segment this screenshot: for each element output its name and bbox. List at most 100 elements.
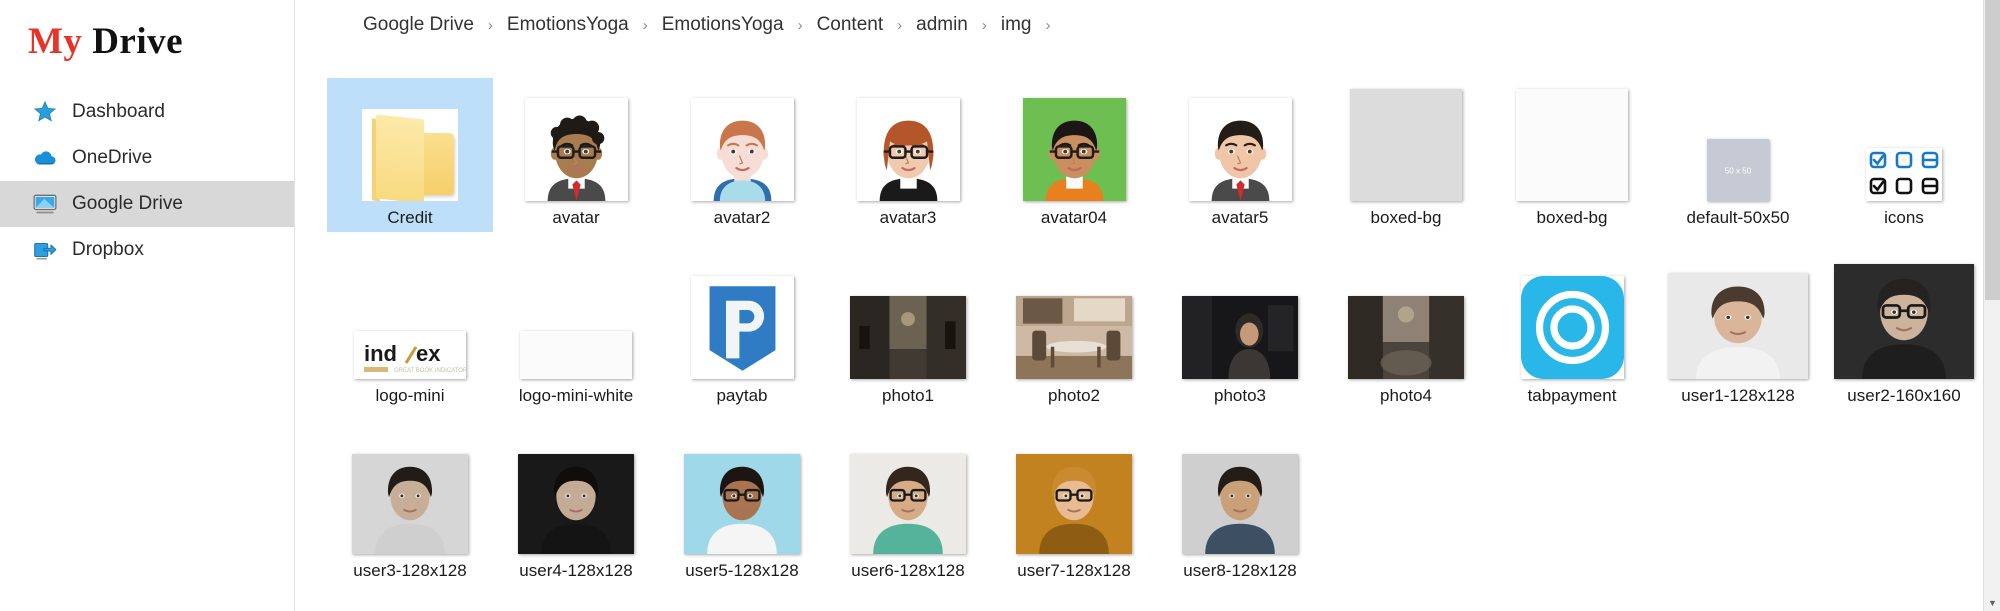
file-row: user3-128x128 user4-128x128 user5-128x12… (319, 410, 1323, 585)
sidebar-label-dropbox: Dropbox (72, 239, 144, 261)
svg-text:ind: ind (364, 341, 397, 366)
file-thumbnail (493, 454, 659, 554)
file-item[interactable]: boxed-bg (1489, 89, 1655, 232)
box-arrow-icon (32, 237, 58, 263)
file-label: photo1 (882, 386, 934, 405)
thumbnail-photo1 (850, 296, 966, 379)
thumbnail-photo4 (1348, 296, 1464, 379)
thumbnail-folder (362, 109, 458, 201)
thumbnail-user4 (518, 454, 634, 554)
file-row: Credit avatar avatar2 avatar3 avatar04 a… (319, 50, 1987, 232)
breadcrumb-item-5[interactable]: img (1001, 14, 1032, 36)
file-item[interactable]: avatar2 (659, 98, 825, 232)
breadcrumb-item-4[interactable]: admin (916, 14, 968, 36)
sidebar-item-onedrive[interactable]: OneDrive (0, 135, 294, 181)
thumbnail-user8 (1182, 454, 1298, 554)
file-label: avatar3 (879, 208, 937, 227)
file-item[interactable]: user3-128x128 (327, 454, 493, 585)
thumbnail-default50: 50 x 50 (1707, 139, 1769, 201)
file-label: photo2 (1048, 386, 1100, 405)
file-item[interactable]: photo2 (991, 296, 1157, 410)
file-item[interactable]: Credit (327, 78, 493, 232)
file-item[interactable]: user7-128x128 (991, 454, 1157, 585)
file-item[interactable]: photo4 (1323, 296, 1489, 410)
file-item[interactable]: boxed-bg (1323, 89, 1489, 232)
thumbnail-avatar3 (856, 98, 960, 201)
breadcrumb: Google Drive › EmotionsYoga › EmotionsYoga › C… (295, 0, 2000, 50)
file-thumbnail (493, 98, 659, 201)
file-item[interactable]: icons (1821, 148, 1987, 232)
scroll-thumb[interactable] (1985, 0, 2000, 300)
svg-text:GREAT BOOK INDICATORS: GREAT BOOK INDICATORS (394, 368, 466, 374)
breadcrumb-separator: › (981, 16, 987, 34)
file-manager-window: My Drive Dashboard OneDrive Google Drive… (0, 0, 2000, 611)
file-label: avatar (552, 208, 600, 227)
main-content: Google Drive › EmotionsYoga › EmotionsYoga › C… (295, 0, 2000, 611)
file-thumbnail (1821, 148, 1987, 201)
file-label: logo-mini (375, 386, 445, 405)
breadcrumb-item-0[interactable]: Google Drive (363, 14, 474, 36)
file-row: ind ex GREAT BOOK INDICATORS logo-mini log… (319, 232, 1987, 410)
file-thumbnail (1489, 89, 1655, 201)
file-thumbnail (991, 296, 1157, 379)
breadcrumb-item-2[interactable]: EmotionsYoga (662, 14, 784, 36)
thumbnail-white-box (1516, 89, 1628, 201)
file-label: user3-128x128 (353, 561, 467, 580)
file-label: avatar5 (1211, 208, 1269, 227)
breadcrumb-separator: › (642, 16, 648, 34)
file-label: user5-128x128 (685, 561, 799, 580)
breadcrumb-separator: › (1045, 16, 1051, 34)
file-item[interactable]: ind ex GREAT BOOK INDICATORS logo-mini (327, 331, 493, 410)
file-item[interactable]: avatar04 (991, 98, 1157, 232)
thumbnail-user7 (1016, 454, 1132, 554)
file-item[interactable]: photo3 (1157, 296, 1323, 410)
file-label: user2-160x160 (1847, 386, 1961, 405)
thumbnail-user2 (1834, 264, 1974, 379)
file-label: logo-mini-white (518, 386, 634, 405)
file-item[interactable]: user4-128x128 (493, 454, 659, 585)
file-item[interactable]: paytab (659, 276, 825, 410)
sidebar-item-google-drive[interactable]: Google Drive (0, 180, 294, 227)
file-item[interactable]: user5-128x128 (659, 454, 825, 585)
file-thumbnail (1157, 296, 1323, 379)
folder-icon (362, 109, 458, 201)
thumbnail-avatar1 (524, 98, 628, 201)
logo-drive: Drive (92, 21, 184, 62)
star-icon (32, 99, 58, 125)
sidebar-item-dashboard[interactable]: Dashboard (0, 89, 294, 135)
file-item[interactable]: photo1 (825, 296, 991, 410)
thumbnail-user3 (352, 454, 468, 554)
thumbnail-gray-box (1350, 89, 1462, 201)
thumbnail-logo-index: ind ex GREAT BOOK INDICATORS (354, 331, 466, 379)
sidebar-label-google-drive: Google Drive (72, 193, 183, 215)
file-thumbnail (1157, 454, 1323, 554)
file-item[interactable]: avatar3 (825, 98, 991, 232)
thumbnail-photo3 (1182, 296, 1298, 379)
file-item[interactable]: logo-mini-white (493, 331, 659, 410)
file-item[interactable]: user1-128x128 (1655, 273, 1821, 410)
breadcrumb-item-3[interactable]: Content (817, 14, 884, 36)
thumbnail-user1 (1668, 273, 1808, 379)
thumbnail-avatar04 (1022, 98, 1126, 201)
file-thumbnail: ind ex GREAT BOOK INDICATORS (327, 331, 493, 379)
thumbnail-user5 (684, 454, 800, 554)
thumbnail-tabpayment (1520, 276, 1624, 379)
file-item[interactable]: 50 x 50 default-50x50 (1655, 139, 1821, 232)
file-label: user7-128x128 (1017, 561, 1131, 580)
breadcrumb-item-1[interactable]: EmotionsYoga (507, 14, 629, 36)
thumbnail-white-box (520, 331, 632, 379)
sidebar-label-onedrive: OneDrive (72, 147, 153, 169)
file-item[interactable]: tabpayment (1489, 276, 1655, 410)
vertical-scrollbar[interactable]: ▲ ▼ (1983, 0, 2000, 611)
scroll-down-arrow[interactable]: ▼ (1984, 594, 2000, 611)
sidebar-item-dropbox[interactable]: Dropbox (0, 227, 294, 273)
file-thumbnail (659, 454, 825, 554)
file-item[interactable]: avatar (493, 98, 659, 232)
file-item[interactable]: user8-128x128 (1157, 454, 1323, 585)
file-item[interactable]: user2-160x160 (1821, 264, 1987, 410)
file-label: photo4 (1380, 386, 1432, 405)
file-item[interactable]: user6-128x128 (825, 454, 991, 585)
file-label: boxed-bg (1370, 208, 1442, 227)
file-thumbnail (659, 276, 825, 379)
file-item[interactable]: avatar5 (1157, 98, 1323, 232)
